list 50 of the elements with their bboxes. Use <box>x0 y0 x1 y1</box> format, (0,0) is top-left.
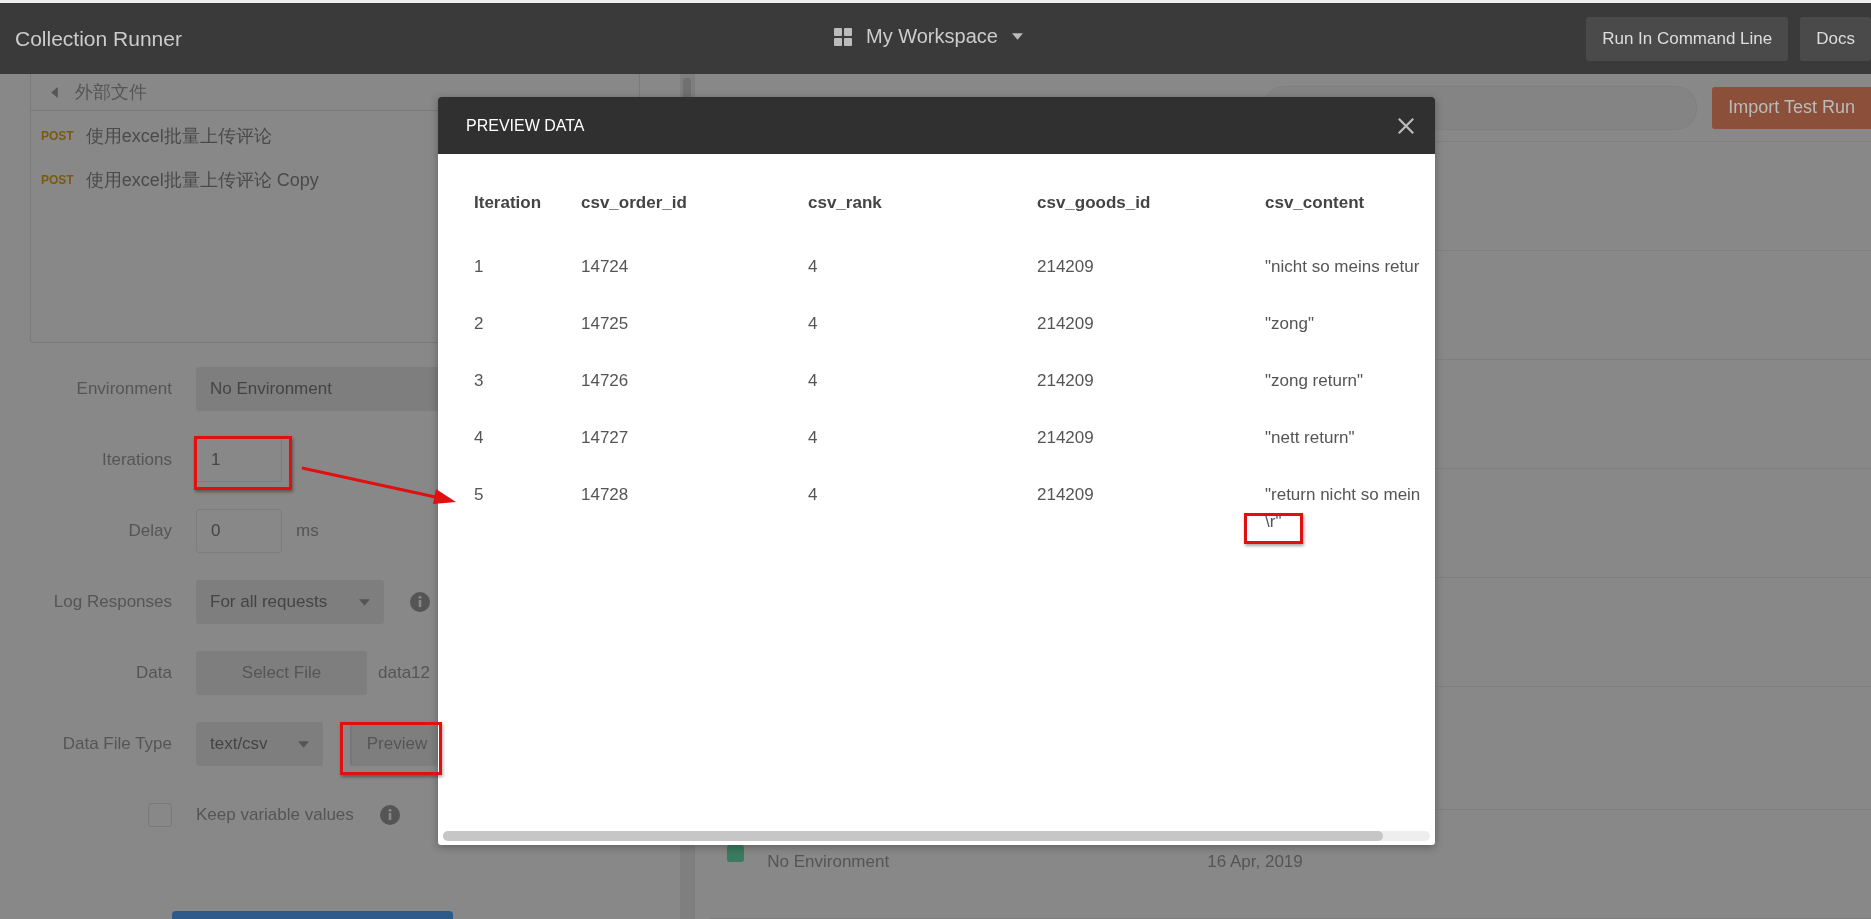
caret-icon <box>1011 33 1023 40</box>
table-cell-text: "zong return" <box>1265 370 1364 392</box>
caret-icon <box>51 86 58 98</box>
column-header: csv_content <box>1265 193 1365 213</box>
table-cell-text: 214209 <box>1037 371 1095 391</box>
table-cell-text: 214209 <box>1037 485 1095 505</box>
table-cell-text: 1 <box>474 257 485 277</box>
table-cell-text: 214209 <box>1037 428 1095 448</box>
table-cell-text: "zong" <box>1265 313 1314 335</box>
import-button[interactable]: Import Test Run <box>1712 86 1871 129</box>
table-cell-text: 14727 <box>581 428 630 448</box>
table-cell-text: 214209 <box>1037 257 1095 277</box>
file-type-select[interactable]: text/csv <box>196 722 323 766</box>
log-select[interactable]: For all requests <box>196 580 384 624</box>
app-title: Collection Runner <box>15 26 182 51</box>
highlight-frame <box>1244 513 1303 544</box>
caret-icon <box>359 598 370 606</box>
column-header: Iteration <box>474 193 543 213</box>
table-cell-text: 4 <box>808 314 819 334</box>
table-cell-text: "nicht so meins retur <box>1265 256 1420 278</box>
workspace-dropdown[interactable]: My Workspace <box>834 25 1023 48</box>
table-cell-text: 14726 <box>581 371 630 391</box>
column-header: csv_goods_id <box>1037 193 1152 213</box>
grid-icon <box>834 27 852 46</box>
table-cell-text: 214209 <box>1037 314 1095 334</box>
header-button[interactable]: Run In Command Line <box>1586 16 1789 61</box>
table-cell-text: 4 <box>808 428 819 448</box>
info-icon[interactable] <box>410 592 430 612</box>
header-button[interactable]: Docs <box>1800 16 1871 61</box>
table-cell-text: 4 <box>808 257 819 277</box>
info-icon[interactable] <box>379 805 400 825</box>
table-cell-text: 3 <box>474 371 485 391</box>
column-header: csv_order_id <box>581 193 688 213</box>
table-cell-text: 2 <box>474 314 485 334</box>
table-cell-text: 14728 <box>581 485 630 505</box>
delay-input[interactable]: 0 <box>196 509 282 553</box>
column-header: csv_rank <box>808 193 883 213</box>
table-cell-text: 4 <box>808 485 819 505</box>
status-icon <box>727 845 745 862</box>
caret-icon <box>298 740 309 748</box>
table-cell-text: 14724 <box>581 257 630 277</box>
close-icon[interactable] <box>1397 116 1415 135</box>
table-cell-text: 4 <box>808 371 819 391</box>
iterations-input[interactable]: 1 <box>196 438 282 482</box>
table-cell-text: 4 <box>474 428 485 448</box>
scrollbar[interactable] <box>443 831 1383 841</box>
dialog-title: PREVIEW DATA <box>466 116 585 135</box>
table-cell-text: 14725 <box>581 314 630 334</box>
table-cell-text: "nett return" <box>1265 427 1355 449</box>
table-cell-text: 5 <box>474 485 485 505</box>
